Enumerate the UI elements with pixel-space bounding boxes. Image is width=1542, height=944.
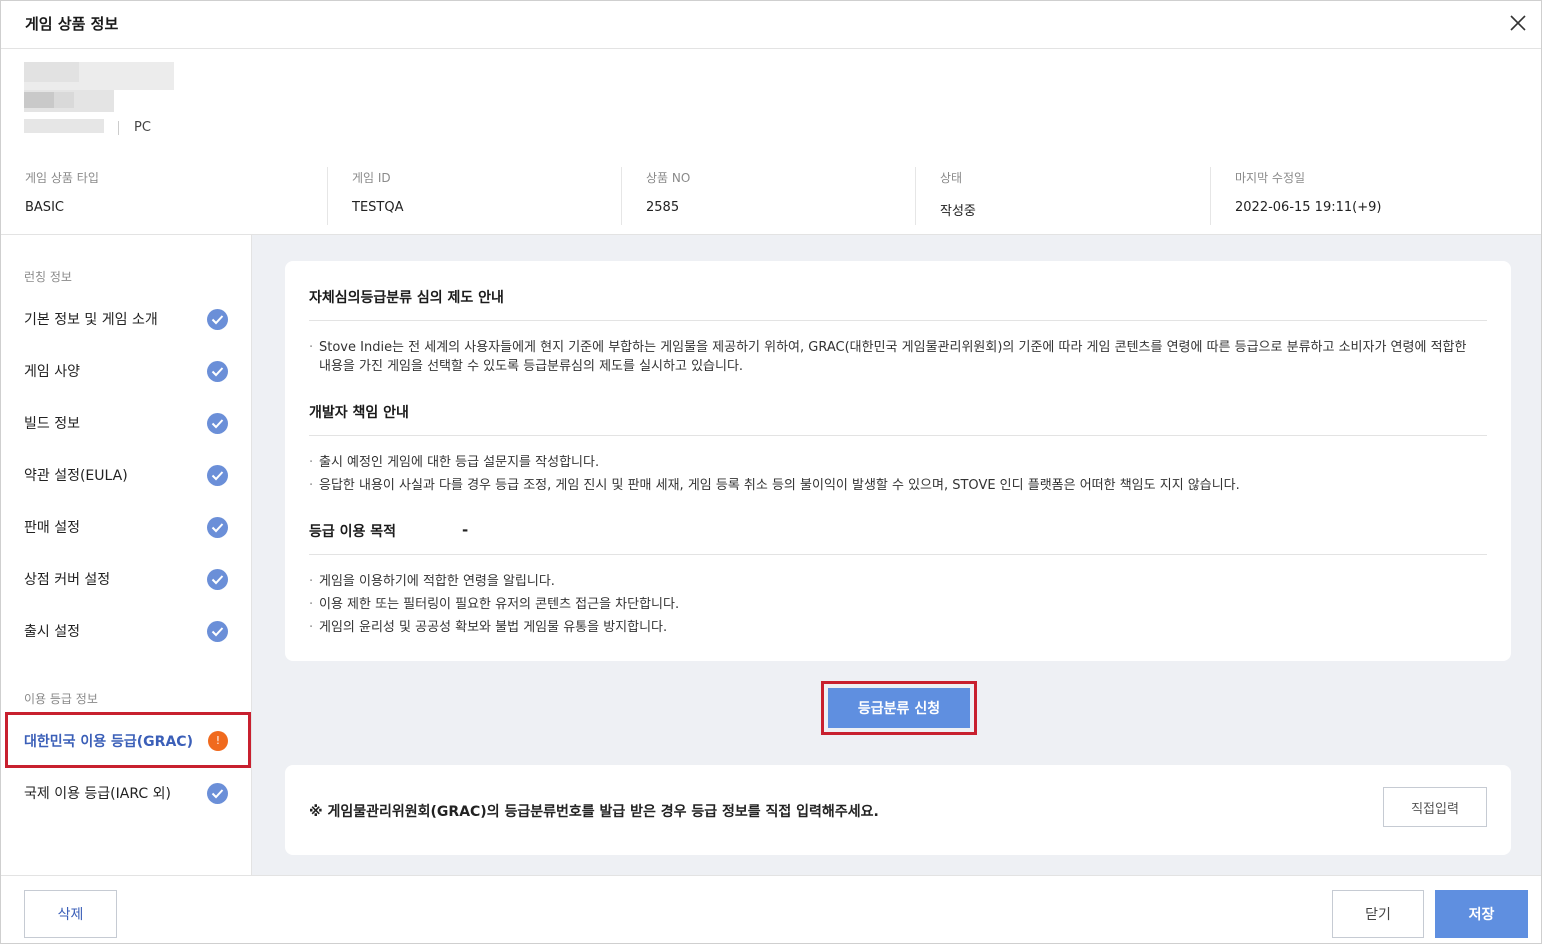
section-title: 등급 이용 목적 (309, 524, 397, 540)
meta-value: BASIC (25, 200, 64, 215)
sidebar-item-sales[interactable]: 판매 설정 (1, 501, 251, 553)
delete-button[interactable]: 삭제 (24, 890, 117, 938)
divider (118, 121, 119, 135)
platform-label: PC (134, 120, 151, 135)
sidebar-item-build-info[interactable]: 빌드 정보 (1, 397, 251, 449)
direct-input-button[interactable]: 직접입력 (1383, 787, 1487, 827)
check-circle-icon (207, 783, 228, 804)
sidebar-item-label: 게임 사양 (24, 364, 80, 380)
sidebar-item-iarc[interactable]: 국제 이용 등급(IARC 외) (1, 767, 251, 819)
product-summary: PC 게임 상품 타입 BASIC 게임 ID TESTQA 상품 NO 258… (1, 49, 1541, 235)
bullet-item: · 게임을 이용하기에 적합한 연령을 알립니다. (309, 574, 555, 589)
bullet-item: · 게임의 윤리성 및 공공성 확보와 불법 게임물 유통을 방지합니다. (309, 620, 668, 635)
modal-footer: 삭제 닫기 저장 (1, 875, 1541, 943)
highlight-frame: 등급분류 신청 (821, 681, 977, 735)
main-content: 자체심의등급분류 심의 제도 안내 · Stove Indie는 전 세계의 사용… (252, 235, 1541, 875)
bullet-item: · 이용 제한 또는 필터링이 필요한 유저의 콘텐츠 접근을 차단합니다. (309, 597, 680, 612)
divider (309, 554, 1487, 555)
sidebar-item-label: 빌드 정보 (24, 416, 80, 432)
bullet-item: · 응답한 내용이 사실과 다를 경우 등급 조정, 게임 진시 및 판매 세재,… (309, 478, 1240, 493)
check-circle-icon (207, 309, 228, 330)
sidebar-item-label: 약관 설정(EULA) (24, 468, 128, 484)
warning-icon: ! (208, 731, 228, 751)
meta-label: 게임 상품 타입 (25, 171, 99, 185)
modal-title: 게임 상품 정보 (25, 15, 119, 33)
sidebar-item-label: 출시 설정 (24, 624, 80, 640)
sidebar-item-label: 기본 정보 및 게임 소개 (24, 312, 158, 328)
close-icon[interactable] (1504, 9, 1532, 37)
meta-label: 게임 ID (352, 171, 391, 185)
meta-value: TESTQA (352, 200, 404, 215)
rating-info-card: 자체심의등급분류 심의 제도 안내 · Stove Indie는 전 세계의 사용… (285, 261, 1511, 661)
sidebar-item-eula[interactable]: 약관 설정(EULA) (1, 449, 251, 501)
sidebar-item-basic-info[interactable]: 기본 정보 및 게임 소개 (1, 293, 251, 345)
sidebar: 런칭 정보 기본 정보 및 게임 소개 게임 사양 빌드 정보 약관 설정(EU… (1, 235, 252, 875)
sidebar-item-label: 대한민국 이용 등급(GRAC) (24, 734, 193, 750)
meta-value: 작성중 (940, 204, 976, 219)
save-button[interactable]: 저장 (1435, 890, 1528, 938)
meta-value: 2585 (646, 200, 680, 215)
product-info-modal: 게임 상품 정보 PC 게임 상품 타입 BASIC 게임 ID TESTQA … (0, 0, 1542, 944)
meta-label: 마지막 수정일 (1235, 171, 1306, 185)
section-title: 개발자 책임 안내 (309, 405, 409, 421)
divider (309, 320, 1487, 321)
modal-header: 게임 상품 정보 (1, 1, 1541, 49)
sidebar-item-label: 상점 커버 설정 (24, 572, 111, 588)
section-label-rating: 이용 등급 정보 (24, 692, 98, 706)
grac-notice-text: ※ 게임물관리위원회(GRAC)의 등급분류번호를 발급 받은 경우 등급 정보… (309, 804, 879, 820)
meta-product-no: 상품 NO 2585 (621, 167, 915, 225)
sidebar-item-label: 판매 설정 (24, 520, 80, 536)
meta-status: 상태 작성중 (915, 167, 1210, 225)
section-title: 자체심의등급분류 심의 제도 안내 (309, 290, 504, 306)
meta-value: 2022-06-15 19:11(+9) (1235, 200, 1382, 215)
check-circle-icon (207, 621, 228, 642)
sidebar-item-store-cover[interactable]: 상점 커버 설정 (1, 553, 251, 605)
check-circle-icon (207, 361, 228, 382)
blurred-developer-name (24, 119, 104, 135)
meta-label: 상태 (940, 171, 963, 185)
meta-last-modified: 마지막 수정일 2022-06-15 19:11(+9) (1210, 167, 1540, 225)
sidebar-item-game-specs[interactable]: 게임 사양 (1, 345, 251, 397)
check-circle-icon (207, 465, 228, 486)
check-circle-icon (207, 517, 228, 538)
apply-rating-button[interactable]: 등급분류 신청 (828, 688, 970, 728)
meta-game-id: 게임 ID TESTQA (327, 167, 621, 225)
meta-product-type: 게임 상품 타입 BASIC (1, 167, 327, 225)
check-circle-icon (207, 569, 228, 590)
bullet-item: · Stove Indie는 전 세계의 사용자들에게 현지 기준에 부합하는 게… (309, 340, 1467, 374)
meta-label: 상품 NO (646, 171, 691, 185)
sidebar-item-grac[interactable]: 대한민국 이용 등급(GRAC) ! (1, 715, 251, 767)
direct-input-card: ※ 게임물관리위원회(GRAC)의 등급분류번호를 발급 받은 경우 등급 정보… (285, 765, 1511, 855)
check-circle-icon (207, 413, 228, 434)
section-label-launch: 런칭 정보 (24, 270, 72, 284)
sidebar-item-label: 국제 이용 등급(IARC 외) (24, 786, 171, 802)
bullet-item: · 출시 예정인 게임에 대한 등급 설문지를 작성합니다. (309, 455, 600, 470)
sidebar-item-release[interactable]: 출시 설정 (1, 605, 251, 657)
divider (309, 435, 1487, 436)
close-button[interactable]: 닫기 (1332, 890, 1424, 938)
purpose-dash: - (462, 521, 469, 539)
